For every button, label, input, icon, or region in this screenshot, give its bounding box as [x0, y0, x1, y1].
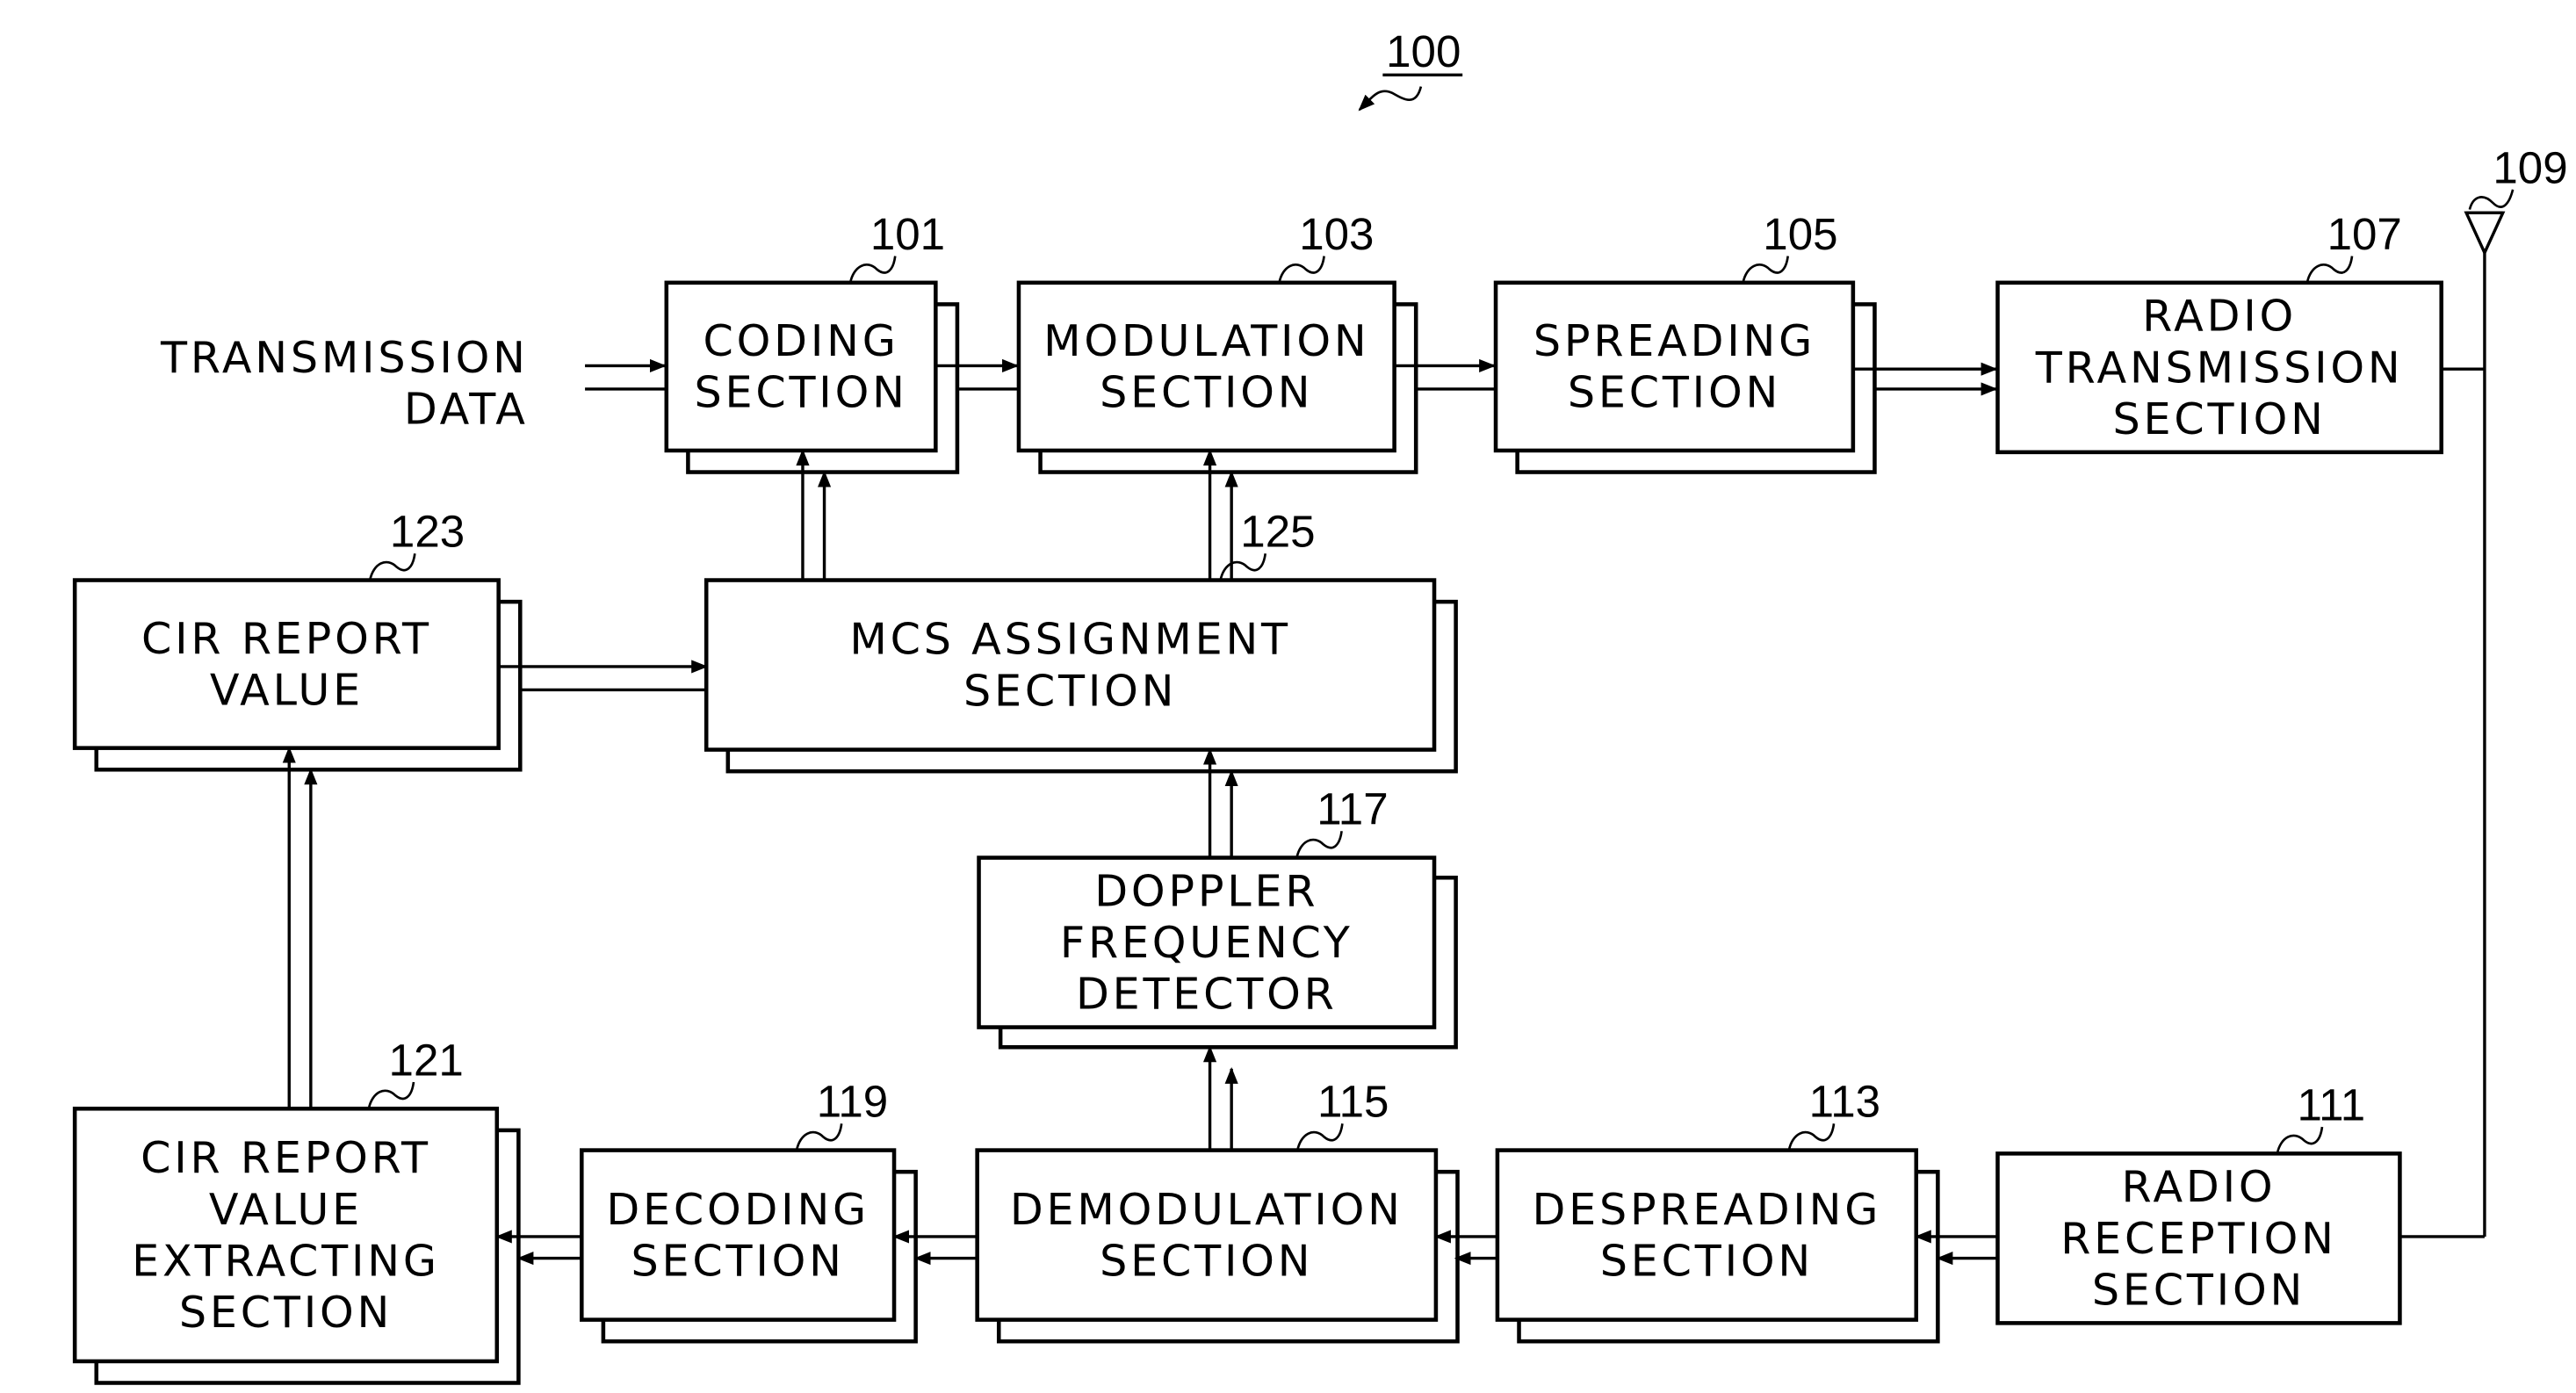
- ref-leader-line: [1296, 1123, 1344, 1151]
- block-label-line: EXTRACTING: [132, 1235, 440, 1286]
- block-label-line: SECTION: [1100, 1235, 1313, 1286]
- block-coding: CODINGSECTION 101: [664, 209, 960, 474]
- antenna: 109: [2464, 142, 2568, 256]
- block-demodulation: DEMODULATIONSECTION 115: [975, 1077, 1460, 1344]
- block-label-line: SECTION: [1600, 1235, 1814, 1286]
- block-ref-number: 113: [1809, 1077, 1880, 1127]
- block-label-line: FREQUENCY: [1060, 917, 1353, 968]
- block-ref-number: 117: [1317, 784, 1388, 834]
- block-label-line: CIR REPORT: [141, 613, 432, 664]
- block-radio-rx: RADIORECEPTIONSECTION 111: [1995, 1080, 2402, 1325]
- block-label-line: VALUE: [209, 1184, 363, 1235]
- block-ref-number: 101: [870, 209, 945, 259]
- block-ref-number: 105: [1763, 209, 1837, 259]
- antenna-ref: 109: [2493, 142, 2567, 192]
- block-ref-number: 121: [389, 1035, 464, 1085]
- block-label-line: VALUE: [210, 664, 364, 715]
- block-doppler: DOPPLERFREQUENCYDETECTOR 117: [977, 784, 1458, 1050]
- ref-leader-line: [1295, 831, 1343, 858]
- block-label-line: SECTION: [694, 367, 907, 418]
- ref-leader-line: [1219, 553, 1267, 581]
- block-label-line: DEMODULATION: [1010, 1184, 1403, 1235]
- figure-reference: 100: [1358, 26, 1463, 112]
- block-label-line: TRANSMISSION: [2035, 342, 2404, 393]
- ref-leader-line: [367, 1081, 415, 1109]
- block-ref-number: 111: [2298, 1080, 2366, 1130]
- block-diagram: 100 TRANSMISSION DATA CODINGSECTION101MO…: [72, 26, 2568, 1385]
- block-label-line: DETECTOR: [1076, 969, 1338, 1020]
- block-label-line: SECTION: [2113, 393, 2327, 444]
- block-spreading: SPREADINGSECTION 105: [1493, 209, 1877, 474]
- block-ref-number: 123: [390, 507, 465, 557]
- ref-leader-line: [1787, 1123, 1836, 1151]
- figure-reference-number: 100: [1386, 26, 1461, 76]
- ref-leader-line: [368, 553, 416, 581]
- block-modulation: MODULATIONSECTION 103: [1016, 209, 1418, 474]
- block-label-line: MCS ASSIGNMENT: [849, 614, 1291, 665]
- block-decoding: DECODINGSECTION 119: [580, 1077, 918, 1344]
- block-label-line: RECEPTION: [2060, 1213, 2336, 1264]
- block-ref-number: 119: [817, 1077, 888, 1127]
- block-ref-number: 125: [1240, 507, 1315, 557]
- block-label-line: DECODING: [606, 1184, 869, 1235]
- ref-leader-line: [795, 1123, 843, 1151]
- block-label-line: DOPPLER: [1094, 865, 1318, 916]
- block-radio-tx: RADIOTRANSMISSIONSECTION 107: [1995, 209, 2443, 455]
- ref-leader-line: [1278, 256, 1325, 284]
- block-label-line: SECTION: [179, 1287, 393, 1338]
- block-mcs: MCS ASSIGNMENTSECTION 125: [704, 507, 1458, 774]
- antenna-icon: [2464, 211, 2506, 256]
- ref-leader-line: [2276, 1126, 2324, 1154]
- block-label-line: SECTION: [631, 1235, 845, 1286]
- ref-leader-line: [848, 256, 897, 284]
- block-label-line: SECTION: [963, 665, 1177, 716]
- block-cir-value: CIR REPORTVALUE 123: [72, 507, 523, 772]
- block-despreading: DESPREADINGSECTION 113: [1495, 1077, 1940, 1344]
- block-label-line: SECTION: [1568, 367, 1781, 418]
- input-label-line-1: TRANSMISSION: [160, 332, 529, 383]
- block-label-line: RADIO: [2142, 291, 2297, 342]
- block-label-line: MODULATION: [1043, 315, 1369, 366]
- block-ref-number: 103: [1299, 209, 1374, 259]
- block-label-line: SPREADING: [1533, 315, 1815, 366]
- block-label-line: SECTION: [1100, 367, 1313, 418]
- block-label-line: RADIO: [2122, 1161, 2277, 1212]
- block-label-line: CIR REPORT: [141, 1132, 431, 1183]
- block-label-line: DESPREADING: [1533, 1184, 1882, 1235]
- block-ref-number: 115: [1317, 1077, 1389, 1127]
- block-ref-number: 107: [2327, 209, 2402, 259]
- block-label-line: CODING: [704, 315, 899, 366]
- ref-leader-line: [1742, 256, 1790, 284]
- ref-leader-line: [2305, 256, 2354, 284]
- input-label-line-2: DATA: [404, 384, 529, 435]
- block-label-line: SECTION: [2092, 1265, 2305, 1316]
- block-cir-extract: CIR REPORTVALUEEXTRACTINGSECTION 121: [72, 1035, 521, 1385]
